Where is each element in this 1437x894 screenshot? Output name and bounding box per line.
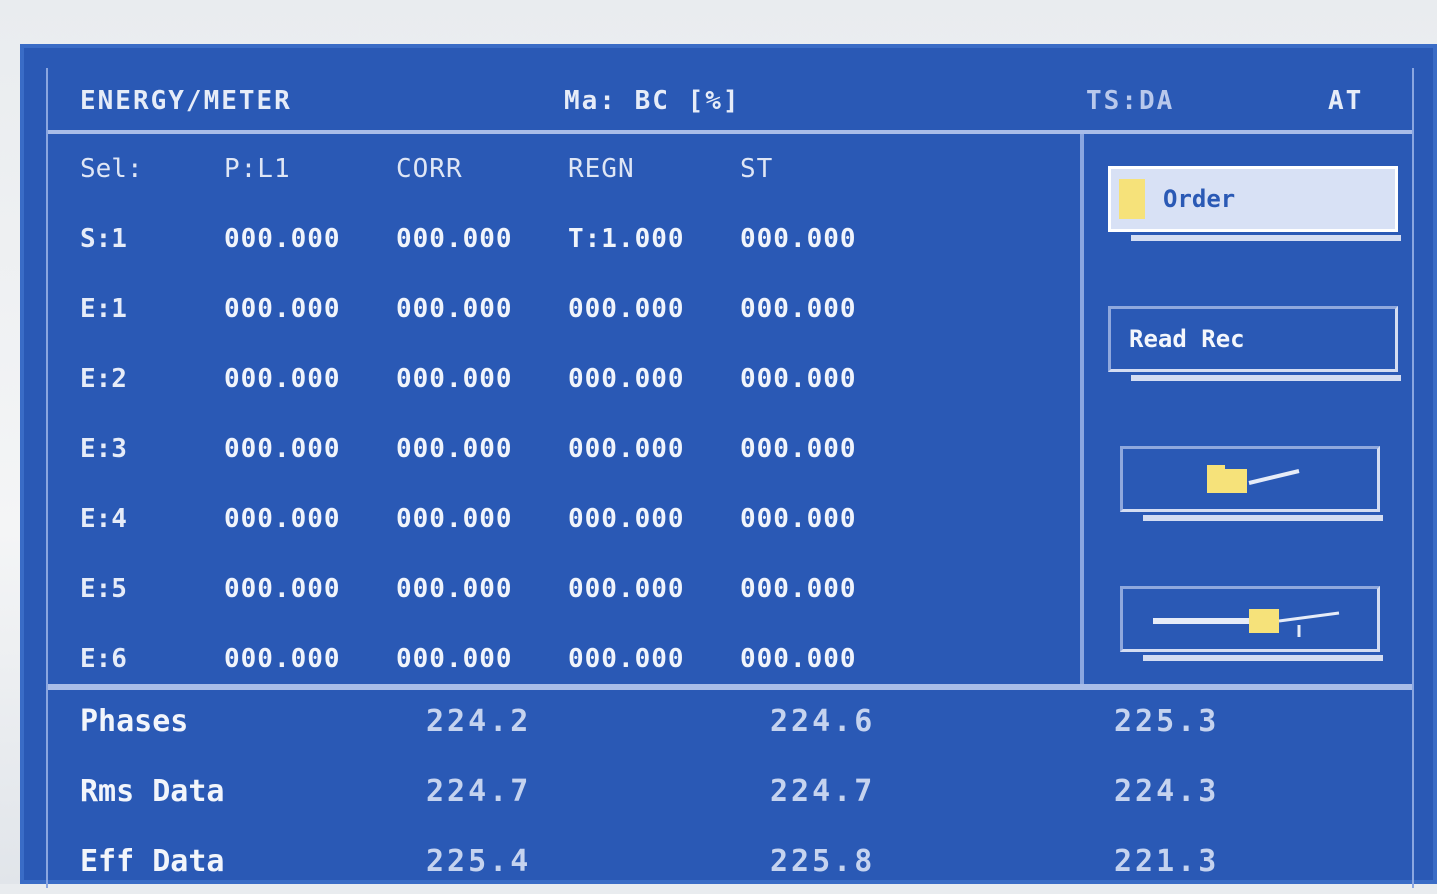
col-header: ST bbox=[740, 154, 774, 184]
row-label: E:1 bbox=[80, 294, 127, 324]
header-indicator: AT bbox=[1328, 86, 1364, 116]
summary-value: 225.3 bbox=[1114, 704, 1220, 739]
row-label: E:3 bbox=[80, 434, 127, 464]
row-label: E:2 bbox=[80, 364, 127, 394]
cell-value: 000.000 bbox=[224, 224, 341, 254]
row-label: E:6 bbox=[80, 644, 127, 674]
col-header: REGN bbox=[568, 154, 635, 184]
summary-value: 221.3 bbox=[1114, 844, 1220, 879]
cell-value: 000.000 bbox=[568, 294, 685, 324]
summary-value: 225.4 bbox=[426, 844, 532, 879]
horizontal-divider bbox=[48, 684, 1412, 690]
cell-value: 000.000 bbox=[740, 224, 857, 254]
button-shadow bbox=[1131, 235, 1401, 241]
cell-value: 000.000 bbox=[224, 574, 341, 604]
cell-value: 000.000 bbox=[568, 364, 685, 394]
summary-value: 225.8 bbox=[770, 844, 876, 879]
cell-value: 000.000 bbox=[568, 574, 685, 604]
row-label: Sel: bbox=[80, 154, 143, 184]
cell-value: 000.000 bbox=[396, 434, 513, 464]
summary-value: 224.6 bbox=[770, 704, 876, 739]
vertical-divider bbox=[1080, 134, 1084, 686]
read-rec-button[interactable]: Read Rec bbox=[1108, 306, 1401, 381]
cell-value: 000.000 bbox=[224, 294, 341, 324]
button-shadow bbox=[1143, 655, 1383, 661]
cell-value: 000.000 bbox=[740, 504, 857, 534]
row-label: S:1 bbox=[80, 224, 127, 254]
cell-value: 000.000 bbox=[224, 504, 341, 534]
summary-value: 224.7 bbox=[770, 774, 876, 809]
plug-button[interactable] bbox=[1120, 586, 1383, 661]
highlight-marker bbox=[1119, 179, 1145, 219]
header-status: TS:DA bbox=[1086, 86, 1175, 116]
cell-value: 000.000 bbox=[740, 574, 857, 604]
summary-value: 224.2 bbox=[426, 704, 532, 739]
cell-value: 000.000 bbox=[740, 294, 857, 324]
row-label: E:5 bbox=[80, 574, 127, 604]
cell-value: 000.000 bbox=[224, 644, 341, 674]
summary-label: Rms Data bbox=[80, 774, 225, 809]
row-label: E:4 bbox=[80, 504, 127, 534]
header-title: ENERGY/METER bbox=[80, 86, 292, 116]
cell-value: 000.000 bbox=[396, 504, 513, 534]
cell-value: 000.000 bbox=[568, 434, 685, 464]
summary-label: Eff Data bbox=[80, 844, 225, 879]
cell-value: 000.000 bbox=[740, 364, 857, 394]
cell-value: 000.000 bbox=[396, 224, 513, 254]
button-label: Order bbox=[1163, 185, 1236, 213]
button-label: Read Rec bbox=[1129, 325, 1245, 353]
header-bar: ENERGY/METER Ma: BC [%] TS:DA AT bbox=[48, 68, 1412, 134]
cell-value: 000.000 bbox=[224, 364, 341, 394]
button-shadow bbox=[1143, 515, 1383, 521]
plug-icon bbox=[1149, 603, 1349, 645]
meter-panel: ENERGY/METER Ma: BC [%] TS:DA AT Sel: P:… bbox=[20, 44, 1437, 888]
summary-label: Phases bbox=[80, 704, 189, 739]
cell-value: 000.000 bbox=[396, 574, 513, 604]
display-frame: ENERGY/METER Ma: BC [%] TS:DA AT Sel: P:… bbox=[46, 68, 1414, 888]
button-shadow bbox=[1131, 375, 1401, 381]
cell-value: 000.000 bbox=[396, 644, 513, 674]
header-mode: Ma: BC [%] bbox=[564, 86, 741, 116]
order-button[interactable]: Order bbox=[1108, 166, 1401, 241]
summary-value: 224.7 bbox=[426, 774, 532, 809]
col-header: CORR bbox=[396, 154, 463, 184]
cell-value: T:1.000 bbox=[568, 224, 685, 254]
cell-value: 000.000 bbox=[568, 644, 685, 674]
summary-value: 224.3 bbox=[1114, 774, 1220, 809]
cell-value: 000.000 bbox=[396, 364, 513, 394]
folder-icon bbox=[1203, 463, 1303, 503]
cell-value: 000.000 bbox=[224, 434, 341, 464]
cell-value: 000.000 bbox=[740, 644, 857, 674]
col-header: P:L1 bbox=[224, 154, 291, 184]
cell-value: 000.000 bbox=[740, 434, 857, 464]
cell-value: 000.000 bbox=[568, 504, 685, 534]
folder-button[interactable] bbox=[1120, 446, 1383, 521]
cell-value: 000.000 bbox=[396, 294, 513, 324]
